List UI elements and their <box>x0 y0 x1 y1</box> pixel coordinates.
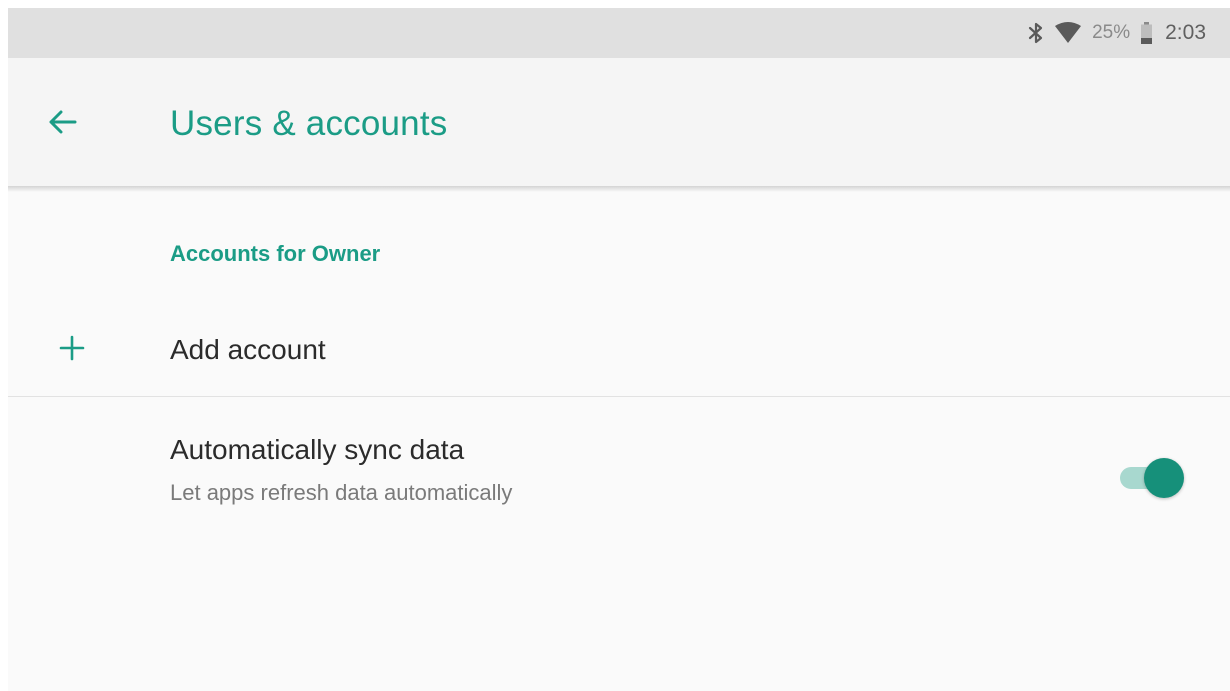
page-title: Users & accounts <box>170 104 448 143</box>
status-icons: 25% 2:03 <box>1028 8 1206 58</box>
section-header-accounts: Accounts for Owner <box>170 241 381 266</box>
bluetooth-icon <box>1028 21 1044 45</box>
app-bar-shadow <box>8 186 1230 192</box>
add-account-label: Add account <box>170 334 326 365</box>
divider <box>8 396 1230 397</box>
status-bar: 25% 2:03 <box>8 8 1230 58</box>
toggle-thumb <box>1144 458 1184 498</box>
back-button[interactable] <box>42 104 82 144</box>
settings-screen: 25% 2:03 Users & accounts Accounts for O… <box>8 8 1230 691</box>
wifi-icon <box>1054 21 1082 45</box>
auto-sync-title: Automatically sync data <box>170 434 465 465</box>
add-account-button[interactable]: Add account <box>8 306 1230 396</box>
auto-sync-summary: Let apps refresh data automatically <box>170 480 513 505</box>
auto-sync-row[interactable]: Automatically sync data Let apps refresh… <box>8 418 1230 528</box>
battery-icon <box>1140 21 1153 45</box>
app-bar: Users & accounts <box>8 58 1230 186</box>
status-clock: 2:03 <box>1165 21 1206 44</box>
battery-percent: 25% <box>1092 22 1131 43</box>
plus-icon <box>52 328 92 368</box>
auto-sync-toggle[interactable] <box>1116 456 1184 500</box>
arrow-back-icon <box>47 109 77 140</box>
